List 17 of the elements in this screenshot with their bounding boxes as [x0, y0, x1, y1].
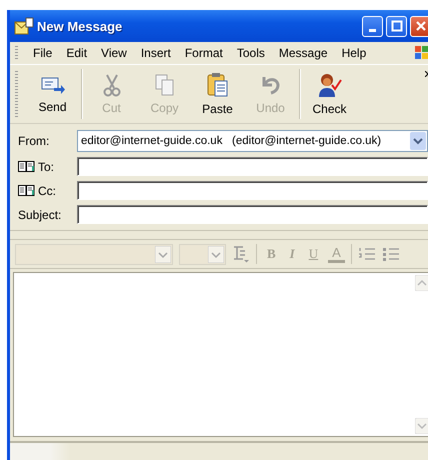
menu-item[interactable]: View: [94, 44, 134, 62]
field-label: Subject:: [18, 208, 62, 222]
field-label: Cc:: [38, 184, 56, 198]
menu-item[interactable]: Help: [334, 44, 374, 62]
menu-item[interactable]: File: [26, 44, 60, 62]
menu-item[interactable]: Message: [272, 44, 335, 62]
window-title: New Message: [37, 18, 124, 34]
check-button[interactable]: Check: [303, 68, 356, 120]
menu-item[interactable]: Format: [178, 44, 230, 62]
paste-button[interactable]: Paste: [191, 68, 244, 120]
field-label: To:: [38, 160, 54, 174]
sender-dropdown[interactable]: editor@internet-guide.co.uk (editor@internet-guide.co.uk): [77, 130, 428, 152]
menu-item[interactable]: Edit: [59, 44, 94, 62]
field-label: From:: [18, 134, 50, 148]
menu-item[interactable]: Tools: [230, 44, 272, 62]
menu-item[interactable]: Insert: [134, 44, 178, 62]
send-button[interactable]: Send: [26, 68, 79, 120]
